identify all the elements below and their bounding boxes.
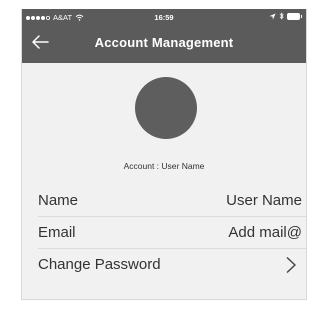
app-header: A&AT 16:59 Account Management: [22, 9, 306, 63]
location-arrow-icon: [269, 12, 276, 20]
email-label: Email: [38, 224, 76, 241]
account-caption: Account : User Name: [123, 161, 205, 171]
email-row[interactable]: Email Add mail@: [38, 217, 306, 249]
phone-screen: A&AT 16:59 Account Management Account: …: [21, 9, 307, 300]
name-label: Name: [38, 192, 79, 209]
change-password-row[interactable]: Change Password: [38, 249, 306, 280]
status-bar: A&AT 16:59: [22, 9, 306, 25]
name-row[interactable]: Name User Name: [38, 185, 306, 217]
settings-list: Name User Name Email Add mail@ Change Pa…: [38, 185, 306, 280]
status-time: 16:59: [154, 13, 174, 22]
chevron-right-icon: [286, 256, 296, 273]
bluetooth-icon: [279, 12, 284, 20]
page-title: Account Management: [94, 35, 234, 50]
status-right: [269, 12, 302, 20]
avatar[interactable]: [135, 77, 197, 139]
battery-icon: [287, 12, 302, 20]
email-value: Add mail@: [228, 224, 302, 241]
change-password-label: Change Password: [38, 256, 161, 273]
nav-bar: Account Management: [22, 27, 306, 59]
name-value: User Name: [226, 192, 302, 209]
